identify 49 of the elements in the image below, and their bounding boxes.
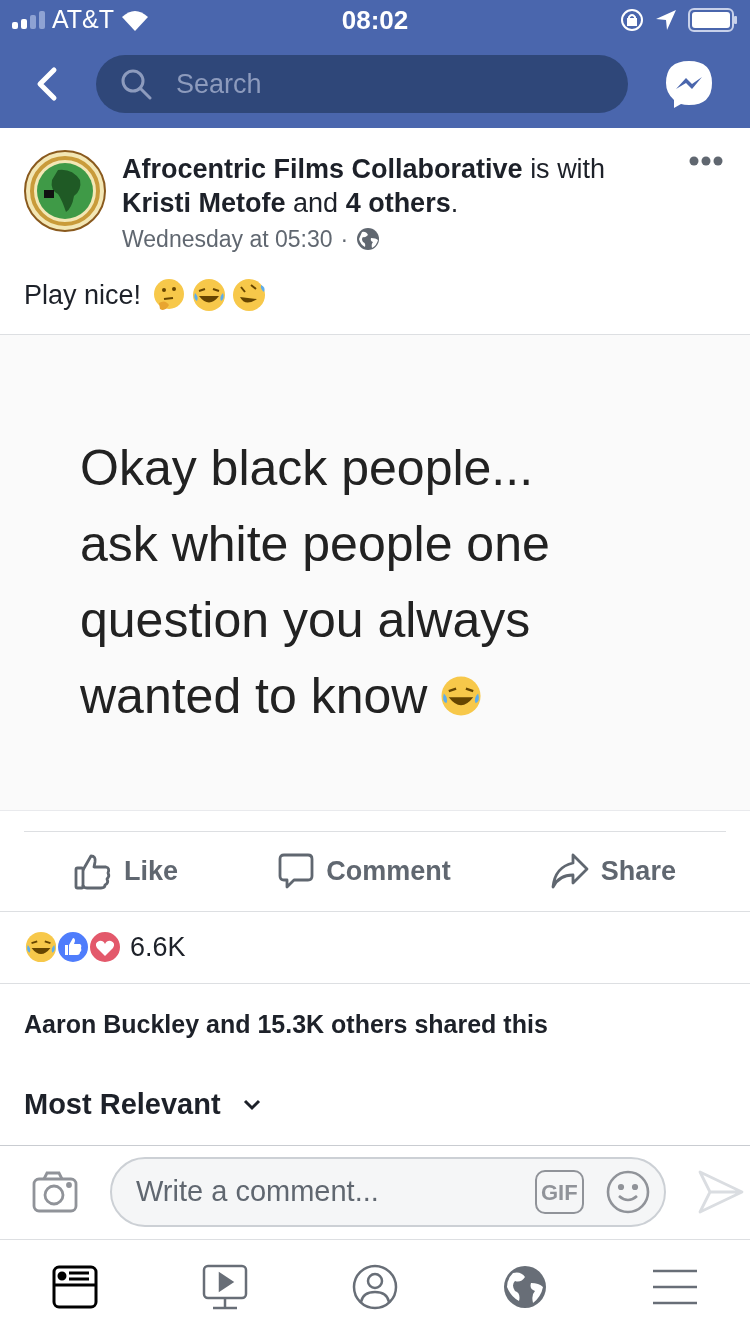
comment-icon	[278, 852, 315, 890]
post-time[interactable]: Wednesday at 05:30	[122, 222, 333, 257]
profile-icon	[351, 1262, 399, 1311]
rotation-lock-icon	[620, 8, 644, 32]
wifi-icon	[120, 9, 151, 31]
author-link[interactable]: Afrocentric Films Collaborative	[122, 154, 523, 184]
smiley-icon	[605, 1170, 650, 1214]
post-action-button[interactable]: Share	[550, 850, 676, 892]
post-action-button[interactable]: Like	[74, 850, 179, 892]
thumbs-up-icon	[74, 852, 113, 890]
haha-reaction-icon	[24, 930, 58, 964]
image-text: question you always	[80, 591, 531, 650]
messenger-icon	[664, 59, 714, 109]
like-reaction-icon	[56, 930, 90, 964]
shares-text[interactable]: Aaron Buckley and 15.3K others shared this	[24, 1005, 548, 1044]
send-icon	[697, 1170, 744, 1214]
love-reaction-icon	[88, 930, 122, 964]
search-icon	[120, 68, 152, 100]
messenger-button[interactable]	[664, 59, 714, 109]
video-icon	[201, 1262, 249, 1311]
location-icon	[656, 10, 676, 30]
clock: 08:02	[340, 3, 410, 37]
battery-icon	[688, 8, 738, 32]
sort-dropdown[interactable]: Most Relevant	[24, 1083, 261, 1127]
others-link[interactable]: 4 others	[345, 188, 451, 218]
emoji-button[interactable]	[605, 1170, 650, 1214]
separator-dot: ·	[340, 225, 349, 254]
globe-icon	[356, 227, 381, 252]
comment-field[interactable]: Write a comment...	[136, 1170, 513, 1214]
camera-button[interactable]	[32, 1171, 78, 1213]
post-action-button[interactable]: Comment	[278, 850, 451, 892]
tagged-link[interactable]: Kristi Metofe	[122, 188, 286, 218]
chevron-down-icon	[242, 1099, 261, 1111]
carrier-name: AT&T	[52, 4, 115, 36]
reaction-count[interactable]: 6.6K	[130, 926, 186, 968]
camera-icon	[32, 1171, 78, 1213]
image-text: wanted to know	[80, 667, 428, 726]
image-text: ask white people one	[80, 515, 550, 574]
more-icon	[689, 156, 723, 166]
search-field[interactable]: Search	[176, 63, 604, 105]
post-caption: Play nice!	[24, 278, 142, 312]
search-bar[interactable]: Search	[96, 55, 628, 113]
signal-icon	[12, 11, 46, 29]
rolling-laughing-icon	[231, 277, 268, 313]
post-author-line: Afrocentric Films Collaborative is with Kristi Metofe and 4 others.	[122, 153, 607, 220]
share-icon	[550, 853, 589, 889]
image-text: Okay black people...	[80, 439, 534, 498]
laughing-tears-icon	[191, 277, 228, 313]
back-icon	[36, 66, 58, 102]
